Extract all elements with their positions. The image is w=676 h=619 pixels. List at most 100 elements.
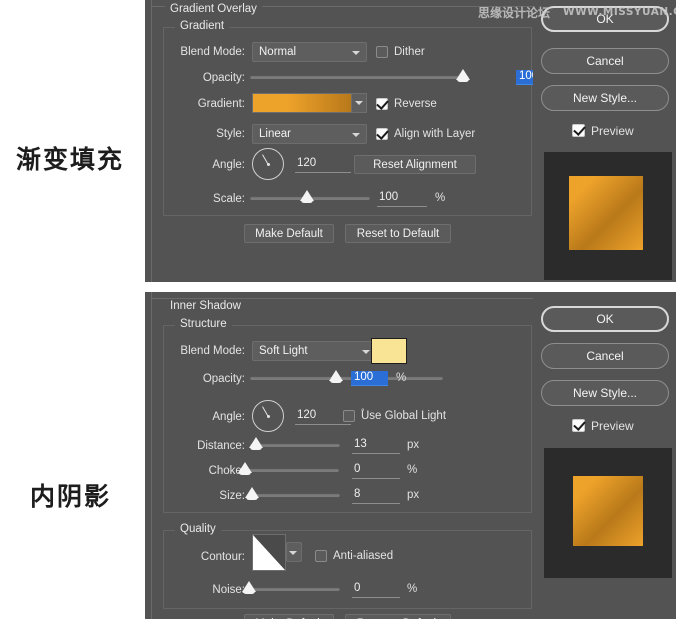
gradient-dropdown-arrow[interactable]	[351, 94, 366, 112]
gradient-overlay-buttons-area: OK Cancel New Style... Preview	[533, 0, 676, 282]
is-angle-dial[interactable]	[252, 400, 284, 432]
inner-shadow-panel: Inner Shadow Structure Blend Mode: Soft …	[145, 292, 676, 619]
size-slider-track[interactable]	[250, 493, 340, 497]
use-global-light-checkbox[interactable]	[343, 410, 355, 422]
anti-aliased-label: Anti-aliased	[333, 550, 394, 562]
inner-shadow-color-swatch[interactable]	[371, 338, 407, 364]
group-title-quality: Quality	[175, 523, 221, 535]
scale-slider-thumb[interactable]	[300, 190, 314, 203]
gradient-preview	[253, 94, 351, 112]
is-make-default-button[interactable]: Make Default	[244, 614, 334, 619]
is-angle-label: Angle:	[212, 411, 245, 423]
choke-slider-thumb[interactable]	[238, 462, 252, 475]
opacity-slider-track[interactable]	[250, 75, 469, 79]
align-with-layer-label: Align with Layer	[394, 128, 476, 140]
is-reset-to-default-button[interactable]: Reset to Default	[345, 614, 451, 619]
opacity-slider-thumb[interactable]	[456, 69, 470, 82]
distance-unit: px	[407, 439, 420, 451]
dither-label: Dither	[394, 46, 425, 58]
gradient-overlay-settings-area: Gradient Overlay Gradient Blend Mode: No…	[145, 0, 571, 282]
chevron-down-icon	[352, 129, 360, 139]
is-opacity-unit: %	[396, 372, 407, 384]
blend-mode-label: Blend Mode:	[180, 46, 245, 58]
inner-shadow-buttons-area: OK Cancel New Style... Preview	[533, 292, 676, 619]
distance-slider-thumb[interactable]	[249, 437, 263, 450]
panel-frame-left	[151, 0, 152, 282]
style-preview-thumbnail	[544, 152, 672, 280]
is-preview-swatch	[573, 476, 643, 546]
choke-unit: %	[407, 464, 418, 476]
is-blend-mode-value: Soft Light	[259, 345, 308, 357]
noise-slider-thumb[interactable]	[242, 581, 256, 594]
angle-value-field[interactable]: 120	[295, 157, 351, 173]
preview-label: Preview	[591, 124, 634, 138]
preview-checkbox[interactable]	[572, 123, 586, 137]
chevron-down-icon	[352, 47, 360, 57]
cancel-button[interactable]: Cancel	[541, 48, 669, 74]
is-style-preview-thumbnail	[544, 448, 672, 578]
watermark-url: WWW.MISSYUAN.COM	[563, 6, 676, 18]
angle-dial[interactable]	[252, 148, 284, 180]
inner-shadow-settings-area: Inner Shadow Structure Blend Mode: Soft …	[145, 292, 534, 619]
make-default-button[interactable]: Make Default	[244, 224, 334, 243]
panel2-frame-left	[151, 292, 152, 619]
scale-label: Scale:	[213, 193, 245, 205]
is-opacity-slider-track[interactable]	[250, 376, 443, 380]
group-title-structure: Structure	[175, 318, 232, 330]
noise-unit: %	[407, 583, 418, 595]
choke-slider-track[interactable]	[243, 468, 339, 472]
dither-checkbox[interactable]	[376, 46, 388, 58]
size-value-field[interactable]: 8	[352, 488, 400, 504]
scale-unit: %	[435, 192, 446, 204]
reverse-checkbox[interactable]	[376, 97, 389, 110]
is-opacity-slider-thumb[interactable]	[329, 370, 343, 383]
is-preview-label: Preview	[591, 419, 634, 433]
is-opacity-value-field[interactable]: 100	[351, 371, 388, 386]
style-select[interactable]: Linear	[252, 124, 367, 144]
noise-slider-track[interactable]	[250, 587, 340, 591]
panel2-frame-top	[151, 298, 533, 299]
section-title-inner-shadow: Inner Shadow	[165, 300, 246, 312]
chevron-down-icon	[289, 547, 297, 557]
align-with-layer-checkbox[interactable]	[376, 127, 389, 140]
anti-aliased-checkbox[interactable]	[315, 550, 327, 562]
is-ok-button[interactable]: OK	[541, 306, 669, 332]
scale-value-field[interactable]: 100	[377, 191, 427, 207]
is-new-style-button[interactable]: New Style...	[541, 380, 669, 406]
choke-value-field[interactable]: 0	[352, 463, 400, 479]
watermark-cn: 思缘设计论坛	[478, 6, 551, 20]
is-preview-checkbox[interactable]	[572, 418, 586, 432]
noise-label: Noise:	[212, 584, 245, 596]
is-opacity-label: Opacity:	[202, 373, 245, 385]
blend-mode-select[interactable]: Normal	[252, 42, 367, 62]
gradient-label: Gradient:	[197, 98, 245, 110]
blend-mode-value: Normal	[259, 46, 297, 58]
use-global-light-label: Use Global Light	[361, 410, 447, 422]
is-blend-mode-label: Blend Mode:	[180, 345, 245, 357]
reset-to-default-button[interactable]: Reset to Default	[345, 224, 451, 243]
opacity-label: Opacity:	[202, 72, 245, 84]
reset-alignment-button[interactable]: Reset Alignment	[354, 155, 476, 174]
noise-value-field[interactable]: 0	[352, 582, 400, 598]
distance-label: Distance:	[197, 440, 245, 452]
contour-swatch[interactable]	[252, 534, 286, 571]
gradient-swatch[interactable]	[252, 93, 367, 113]
angle-label: Angle:	[212, 159, 245, 171]
annotation-inner-shadow: 内阴影	[30, 482, 112, 511]
distance-slider-track[interactable]	[250, 443, 340, 447]
quality-group-box	[163, 530, 532, 609]
is-blend-mode-select[interactable]: Soft Light	[252, 341, 377, 361]
size-slider-thumb[interactable]	[245, 487, 259, 500]
style-value: Linear	[259, 128, 291, 140]
style-label: Style:	[216, 128, 245, 140]
new-style-button[interactable]: New Style...	[541, 85, 669, 111]
annotation-gradient-fill: 渐变填充	[16, 145, 125, 174]
contour-dropdown[interactable]	[286, 542, 302, 562]
distance-value-field[interactable]: 13	[352, 438, 400, 454]
screenshot-root: 渐变填充 内阴影 Gradient Overlay Gradient Blend…	[0, 0, 676, 619]
is-cancel-button[interactable]: Cancel	[541, 343, 669, 369]
contour-label: Contour:	[200, 551, 245, 563]
chevron-down-icon	[362, 346, 370, 356]
choke-label: Choke:	[208, 465, 245, 477]
section-title-gradient-overlay: Gradient Overlay	[165, 3, 262, 15]
